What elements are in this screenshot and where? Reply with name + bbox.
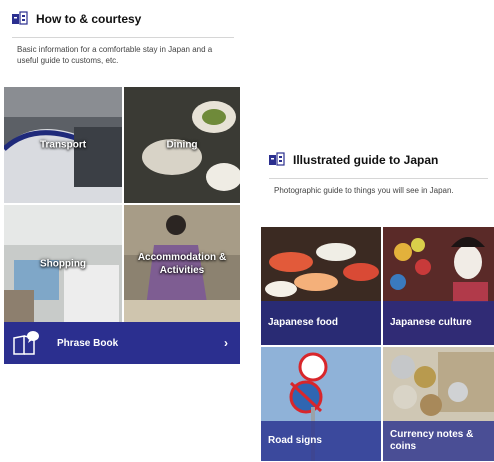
tile-shopping[interactable]: Shopping xyxy=(4,205,122,322)
section-title: How to & courtesy xyxy=(36,12,142,26)
section-header: Illustrated guide to Japan xyxy=(261,145,494,175)
guide-grid: Japanese food Japanese culture Road sign… xyxy=(261,227,494,462)
category-grid: Transport Dining Shopping Accommodation … xyxy=(4,87,240,323)
illustrated-guide-section: Illustrated guide to Japan Photographic … xyxy=(261,145,494,462)
tile-japanese-food[interactable]: Japanese food xyxy=(261,227,381,345)
tile-label: Accommodation & Activities xyxy=(137,251,227,276)
tile-japanese-culture[interactable]: Japanese culture xyxy=(383,227,494,345)
section-description: Photographic guide to things you will se… xyxy=(274,186,454,195)
section-header: How to & courtesy xyxy=(4,4,240,34)
tile-label: Japanese food xyxy=(268,317,339,328)
section-title: Illustrated guide to Japan xyxy=(293,153,439,167)
phrase-book-button[interactable]: Phrase Book › xyxy=(4,322,240,364)
japan-guide-logo-icon xyxy=(269,152,285,166)
book-speech-bubble-icon xyxy=(13,331,39,355)
section-description: Basic information for a comfortable stay… xyxy=(17,45,213,65)
tile-currency[interactable]: Currency notes & coins xyxy=(383,347,494,461)
how-to-courtesy-section: How to & courtesy Basic information for … xyxy=(4,4,240,364)
tile-label: Road signs xyxy=(268,435,322,446)
tile-label: Currency notes & coins xyxy=(390,429,474,452)
japan-guide-logo-icon xyxy=(12,11,28,25)
tile-label: Japanese culture xyxy=(390,317,472,328)
tile-dining[interactable]: Dining xyxy=(124,87,240,203)
tile-label: Dining xyxy=(166,139,198,151)
tile-label: Shopping xyxy=(39,258,87,269)
phrase-book-label: Phrase Book xyxy=(57,337,119,349)
tile-accommodation-activities[interactable]: Accommodation & Activities xyxy=(124,205,240,322)
tile-label: Transport xyxy=(39,139,87,151)
chevron-right-icon: › xyxy=(224,336,228,350)
tile-road-signs[interactable]: Road signs xyxy=(261,347,381,461)
tile-transport[interactable]: Transport xyxy=(4,87,122,203)
